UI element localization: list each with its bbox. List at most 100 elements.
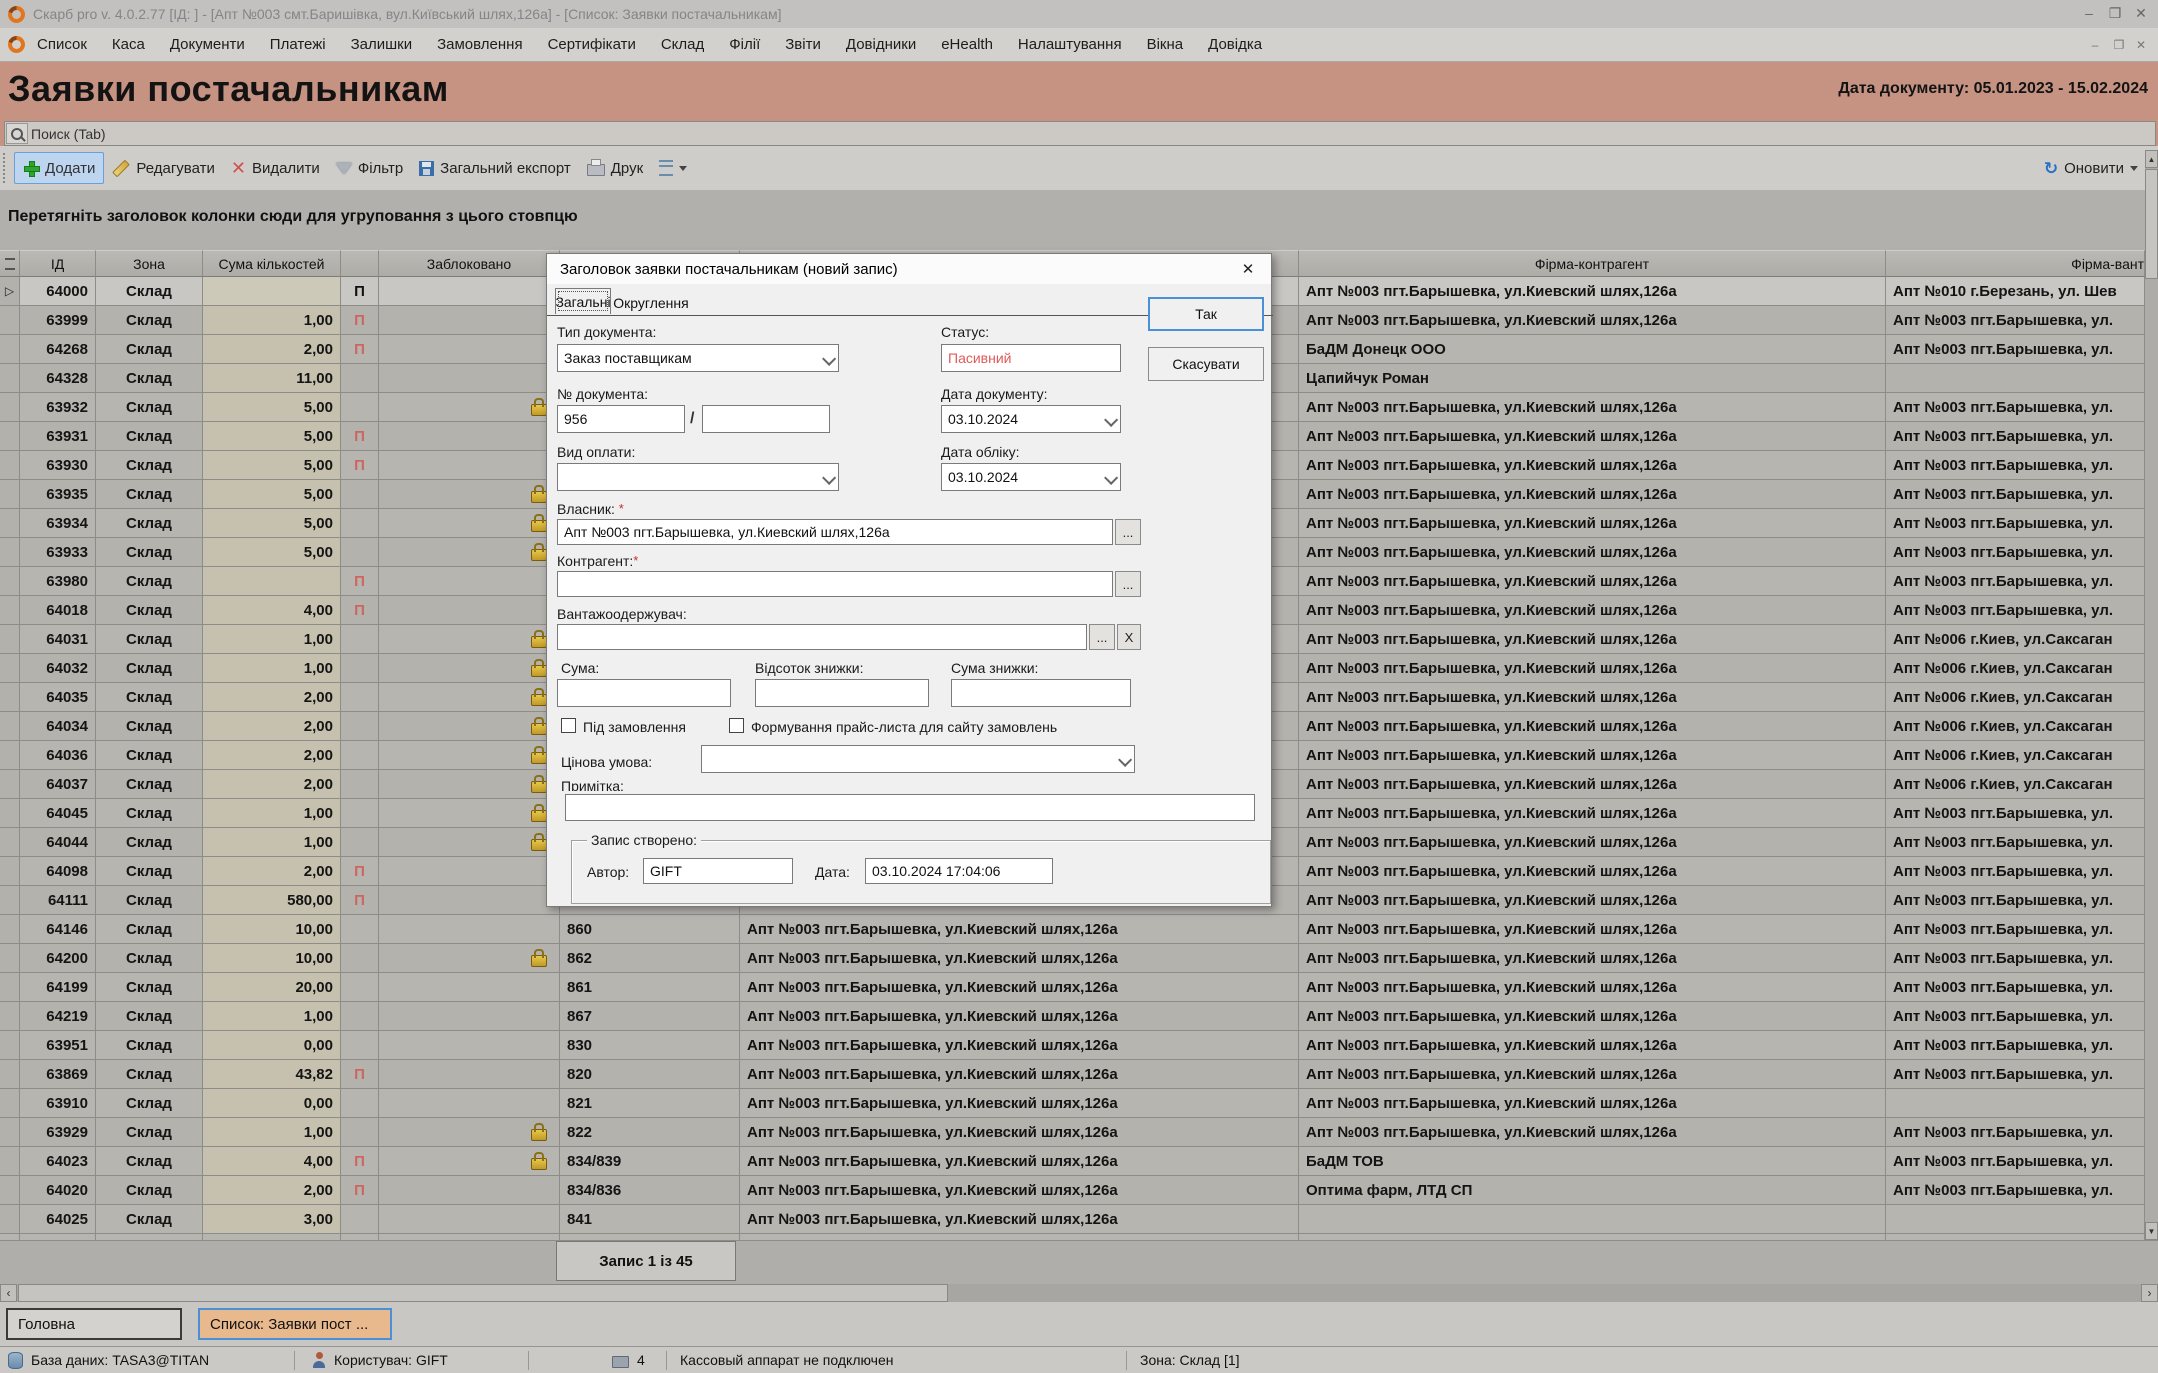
- price-cond-select[interactable]: [701, 745, 1135, 773]
- scroll-left-icon[interactable]: ‹: [0, 1284, 17, 1302]
- horizontal-scroll-thumb[interactable]: [18, 1284, 948, 1302]
- menu-item-Замовлення[interactable]: Замовлення: [437, 36, 522, 53]
- owner-picker-button[interactable]: ...: [1115, 519, 1141, 545]
- doc-type-select[interactable]: Заказ поставщикам: [557, 344, 839, 372]
- menu-item-Залишки[interactable]: Залишки: [351, 36, 413, 53]
- table-row[interactable]: 63869Склад43,82П820Апт №003 пгт.Барышевк…: [0, 1060, 2145, 1089]
- tab-home[interactable]: Головна: [6, 1308, 182, 1340]
- search-input[interactable]: [29, 125, 2155, 143]
- menu-item-Документи[interactable]: Документи: [170, 36, 245, 53]
- doc-no-input[interactable]: 956: [557, 405, 685, 433]
- scroll-down-icon[interactable]: ▼: [2145, 1222, 2158, 1240]
- contragent-picker-button[interactable]: ...: [1115, 571, 1141, 597]
- header-id[interactable]: ІД: [20, 250, 96, 277]
- tab-general[interactable]: Загальні: [555, 288, 611, 314]
- note-input[interactable]: [565, 794, 1255, 821]
- menu-item-Склад[interactable]: Склад: [661, 36, 704, 53]
- menu-item-Довідка[interactable]: Довідка: [1208, 36, 1262, 53]
- header-zone[interactable]: Зона: [96, 250, 203, 277]
- export-button[interactable]: Загальний експорт: [411, 153, 579, 183]
- pay-type-select[interactable]: [557, 463, 839, 491]
- table-row[interactable]: 64146Склад10,00860Апт №003 пгт.Барышевка…: [0, 915, 2145, 944]
- consignee-picker-button[interactable]: ...: [1089, 624, 1115, 650]
- horizontal-scrollbar[interactable]: ‹ ›: [0, 1284, 2158, 1302]
- header-p[interactable]: [341, 250, 379, 277]
- author-label: Автор:: [587, 864, 629, 880]
- consignee-input[interactable]: [557, 624, 1087, 650]
- cell-blocked: [379, 944, 560, 973]
- menu-item-Філії[interactable]: Філії: [729, 36, 760, 53]
- view-options-button[interactable]: [651, 153, 695, 183]
- contragent-input[interactable]: [557, 571, 1113, 597]
- table-row[interactable]: 63910Склад0,00821Апт №003 пгт.Барышевка,…: [0, 1089, 2145, 1118]
- tab-rounding[interactable]: Округлення: [611, 290, 691, 316]
- discount-sum-input[interactable]: [951, 679, 1131, 707]
- table-row[interactable]: 64020Склад2,00П834/836Апт №003 пгт.Барыш…: [0, 1176, 2145, 1205]
- menu-item-Вікна[interactable]: Вікна: [1147, 36, 1184, 53]
- cell-id: 63999: [20, 306, 96, 335]
- consignee-clear-button[interactable]: X: [1117, 624, 1141, 650]
- minimize-button[interactable]: –: [2076, 2, 2102, 24]
- acc-date-select[interactable]: 03.10.2024: [941, 463, 1121, 491]
- pricelist-checkbox[interactable]: [729, 718, 744, 733]
- add-button[interactable]: Додати: [14, 152, 104, 184]
- table-row[interactable]: 64023Склад4,00П834/839Апт №003 пгт.Барыш…: [0, 1147, 2145, 1176]
- menu-item-Сертифікати[interactable]: Сертифікати: [548, 36, 636, 53]
- database-icon: [8, 1352, 23, 1369]
- cell-contragent: Апт №003 пгт.Барышевка, ул.Киевский шлях…: [1299, 625, 1886, 654]
- vertical-scrollbar[interactable]: ▲ ▼: [2145, 150, 2158, 1240]
- table-row[interactable]: 63929Склад1,00822Апт №003 пгт.Барышевка,…: [0, 1118, 2145, 1147]
- table-row[interactable]: 64025Склад3,00841Апт №003 пгт.Барышевка,…: [0, 1205, 2145, 1234]
- lock-icon: [531, 839, 547, 851]
- mdi-close-button[interactable]: ✕: [2130, 35, 2152, 55]
- tab-list-requests[interactable]: Список: Заявки пост ...: [198, 1308, 392, 1340]
- menu-item-Звіти[interactable]: Звіти: [785, 36, 821, 53]
- doc-date-select[interactable]: 03.10.2024: [941, 405, 1121, 433]
- cell-qty-sum: 2,00: [203, 857, 341, 886]
- menu-item-Список[interactable]: Список: [37, 36, 87, 53]
- cell-blocked: [379, 625, 560, 654]
- table-row[interactable]: 64219Склад1,00867Апт №003 пгт.Барышевка,…: [0, 1002, 2145, 1031]
- close-button[interactable]: ✕: [2128, 2, 2154, 24]
- filter-button[interactable]: Фільтр: [328, 153, 411, 183]
- scroll-right-icon[interactable]: ›: [2141, 1284, 2158, 1302]
- mdi-minimize-button[interactable]: –: [2084, 35, 2106, 55]
- table-row[interactable]: 63951Склад0,00830Апт №003 пгт.Барышевка,…: [0, 1031, 2145, 1060]
- menu-item-Довідники[interactable]: Довідники: [846, 36, 916, 53]
- cell-blocked: [379, 1031, 560, 1060]
- header-contragent[interactable]: Фірма-контрагент: [1299, 250, 1886, 277]
- owner-input[interactable]: Апт №003 пгт.Барышевка, ул.Киевский шлях…: [557, 519, 1113, 545]
- discount-pct-input[interactable]: [755, 679, 929, 707]
- print-button[interactable]: Друк: [579, 153, 651, 183]
- cell-qty-sum: [203, 277, 341, 306]
- edit-button[interactable]: Редагувати: [104, 153, 223, 183]
- table-row[interactable]: 64199Склад20,00861Апт №003 пгт.Барышевка…: [0, 973, 2145, 1002]
- delete-button[interactable]: ✕ Видалити: [223, 153, 328, 183]
- cell-zone: Склад: [96, 277, 203, 306]
- header-row-marker[interactable]: [0, 250, 20, 277]
- header-qty-sum[interactable]: Сума кількостей: [203, 250, 341, 277]
- menu-item-Каса[interactable]: Каса: [112, 36, 145, 53]
- cell-contragent: Апт №003 пгт.Барышевка, ул.Киевский шлях…: [1299, 712, 1886, 741]
- scroll-up-icon[interactable]: ▲: [2145, 150, 2158, 168]
- menu-item-eHealth[interactable]: eHealth: [941, 36, 993, 53]
- mdi-restore-button[interactable]: ❐: [2108, 35, 2130, 55]
- header-consignee[interactable]: Фірма-вант: [1886, 250, 2145, 277]
- group-by-bar[interactable]: Перетягніть заголовок колонки сюди для у…: [0, 190, 2158, 250]
- on-order-checkbox[interactable]: [561, 718, 576, 733]
- dialog-close-icon[interactable]: ✕: [1237, 259, 1259, 279]
- sum-input[interactable]: [557, 679, 731, 707]
- menu-item-Налаштування[interactable]: Налаштування: [1018, 36, 1122, 53]
- doc-no2-input[interactable]: [702, 405, 830, 433]
- cancel-button[interactable]: Скасувати: [1148, 347, 1264, 381]
- refresh-button[interactable]: ↻ Оновити: [2036, 153, 2146, 183]
- table-row[interactable]: 64200Склад10,00862Апт №003 пгт.Барышевка…: [0, 944, 2145, 973]
- cell-consignee: [1886, 364, 2145, 393]
- header-blocked[interactable]: Заблоковано: [379, 250, 560, 277]
- menu-item-Платежі[interactable]: Платежі: [270, 36, 326, 53]
- chevron-down-icon: [822, 352, 836, 366]
- search-icon[interactable]: [6, 123, 28, 144]
- vertical-scroll-thumb[interactable]: [2145, 169, 2158, 279]
- ok-button[interactable]: Так: [1148, 297, 1264, 331]
- restore-button[interactable]: ❐: [2102, 2, 2128, 24]
